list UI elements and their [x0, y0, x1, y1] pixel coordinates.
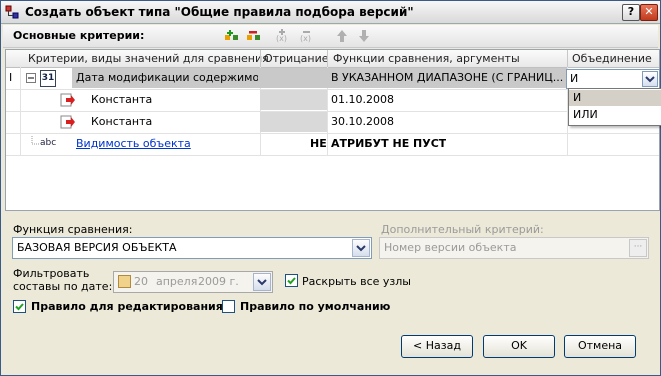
negation-cell[interactable]: НЕ: [310, 137, 327, 150]
table-row[interactable]: I 31 Дата модификации содержимог... В УК…: [6, 68, 659, 90]
collapse-icon[interactable]: [26, 73, 36, 83]
ok-button[interactable]: OK: [483, 335, 555, 358]
date-checkbox[interactable]: [118, 275, 131, 288]
svg-text:(x): (x): [276, 34, 287, 43]
table-row[interactable]: Константа 30.10.2008: [6, 112, 659, 134]
move-up-icon[interactable]: [334, 29, 350, 43]
string-type-icon: abc: [40, 138, 57, 148]
extra-criterion-label: Дополнительный критерий:: [381, 223, 544, 236]
app-icon: [5, 5, 19, 19]
criteria-label: Основные критерии:: [13, 29, 145, 42]
chevron-down-icon[interactable]: [642, 71, 658, 87]
compare-func-value: БАЗОВАЯ ВЕРСИЯ ОБЪЕКТА: [17, 241, 177, 254]
chevron-down-icon[interactable]: [253, 273, 271, 291]
function-cell[interactable]: АТРИБУТ НЕ ПУСТ: [331, 137, 446, 150]
row-marker: I: [9, 71, 13, 84]
criterion-link[interactable]: Видимость объекта: [76, 137, 191, 150]
union-select-value: И: [570, 72, 579, 85]
expand-all-checkbox[interactable]: [285, 274, 298, 287]
extra-criterion-value: Номер версии объекта: [384, 241, 517, 254]
filter-date-picker[interactable]: 20 апреля 2009 г.: [113, 271, 273, 293]
default-rule-checkbox[interactable]: [222, 300, 235, 313]
constant-arrow-icon: [60, 115, 75, 129]
grid-header: Критерии, виды значений для сравнения От…: [6, 50, 659, 68]
union-options-list: И ИЛИ: [568, 88, 661, 126]
help-button[interactable]: ?: [622, 4, 640, 21]
delete-criterion-icon[interactable]: [246, 29, 262, 43]
ellipsis-button[interactable]: ···: [629, 239, 647, 257]
criteria-grid: Критерии, виды значений для сравнения От…: [5, 49, 660, 211]
function-cell[interactable]: 01.10.2008: [331, 93, 394, 106]
table-row[interactable]: Константа 01.10.2008: [6, 90, 659, 112]
cancel-button[interactable]: Отмена: [564, 335, 636, 358]
svg-text:(x): (x): [300, 34, 311, 43]
union-option-and[interactable]: И: [569, 90, 661, 106]
edit-rule-checkbox[interactable]: [13, 300, 26, 313]
filter-label-line1: Фильтровать: [13, 267, 90, 280]
col-header-function[interactable]: Функции сравнения, аргументы: [333, 52, 520, 65]
filter-label-line2: составы по дате:: [13, 280, 113, 293]
move-down-icon[interactable]: [356, 29, 372, 43]
add-argument-icon[interactable]: (x): [275, 29, 291, 43]
table-row[interactable]: abc Видимость объекта НЕ АТРИБУТ НЕ ПУСТ: [6, 134, 659, 156]
criterion-cell[interactable]: Константа: [91, 115, 152, 128]
date-month: апреля: [156, 275, 198, 288]
edit-rule-label: Правило для редактирования: [31, 300, 223, 313]
date-year: 2009 г.: [198, 275, 239, 288]
tree-line-icon: [31, 136, 40, 145]
chevron-down-icon[interactable]: [352, 239, 370, 257]
date-type-icon: 31: [40, 70, 56, 87]
col-header-criteria[interactable]: Критерии, виды значений для сравнения: [28, 52, 269, 65]
remove-argument-icon[interactable]: (x): [299, 29, 315, 43]
extra-criterion-field[interactable]: Номер версии объекта ···: [379, 237, 649, 259]
union-option-or[interactable]: ИЛИ: [569, 107, 661, 123]
function-cell[interactable]: 30.10.2008: [331, 115, 394, 128]
constant-arrow-icon: [60, 93, 75, 107]
compare-func-select[interactable]: БАЗОВАЯ ВЕРСИЯ ОБЪЕКТА: [12, 237, 372, 259]
col-header-union[interactable]: Объединение: [572, 52, 652, 65]
dialog-window: Создать объект типа "Общие правила подбо…: [0, 0, 661, 376]
expand-all-label: Раскрыть все узлы: [302, 275, 411, 288]
col-header-negation[interactable]: Отрицание: [264, 52, 329, 65]
criterion-cell[interactable]: Дата модификации содержимог...: [76, 71, 258, 84]
criteria-toolbar: Основные критерии: (x) (x): [3, 25, 658, 48]
window-title: Создать объект типа "Общие правила подбо…: [25, 5, 414, 19]
union-select[interactable]: И: [566, 69, 660, 89]
date-day: 20: [134, 275, 148, 288]
compare-func-label: Функция сравнения:: [13, 223, 133, 236]
close-button[interactable]: ✕: [640, 4, 658, 21]
title-bar: Создать объект типа "Общие правила подбо…: [1, 1, 660, 24]
add-criterion-icon[interactable]: [224, 29, 240, 43]
function-cell[interactable]: В УКАЗАННОМ ДИАПАЗОНЕ (С ГРАНИЦ...: [331, 71, 565, 84]
criterion-cell[interactable]: Константа: [91, 93, 152, 106]
default-rule-label: Правило по умолчанию: [240, 300, 391, 313]
back-button[interactable]: < Назад: [401, 335, 473, 358]
